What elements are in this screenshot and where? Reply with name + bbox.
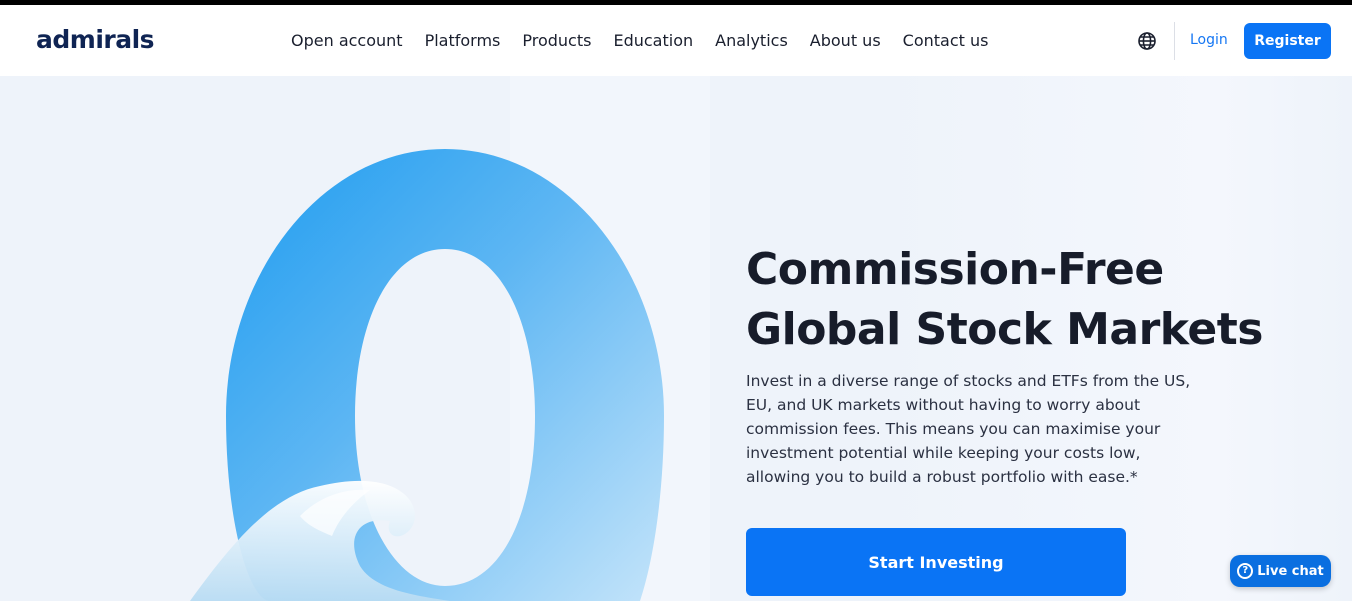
nav-contact-us[interactable]: Contact us [903,31,989,50]
main-nav: Open account Platforms Products Educatio… [280,5,999,76]
nav-products[interactable]: Products [522,31,591,50]
start-investing-button[interactable]: Start Investing [746,528,1126,596]
live-chat-label: Live chat [1257,563,1324,579]
nav-analytics[interactable]: Analytics [715,31,788,50]
nav-open-account[interactable]: Open account [291,31,403,50]
header-divider [1174,22,1175,60]
zero-wave-illustration [190,76,710,601]
nav-education[interactable]: Education [613,31,693,50]
register-button[interactable]: Register [1244,23,1331,59]
hero-description: Invest in a diverse range of stocks and … [746,372,1191,486]
hero-headline: Commission-Free Global Stock Markets [746,240,1263,360]
help-circle-icon: ? [1237,563,1254,579]
site-header: admirals Open account Platforms Products… [0,5,1352,76]
globe-icon[interactable] [1137,31,1157,51]
headline-line-2: Global Stock Markets [746,304,1263,355]
nav-platforms[interactable]: Platforms [425,31,501,50]
nav-about-us[interactable]: About us [810,31,881,50]
headline-line-1: Commission-Free [746,244,1164,295]
admirals-logo[interactable]: admirals [36,25,155,54]
login-link[interactable]: Login [1190,32,1228,48]
live-chat-button[interactable]: ? Live chat [1230,555,1331,587]
